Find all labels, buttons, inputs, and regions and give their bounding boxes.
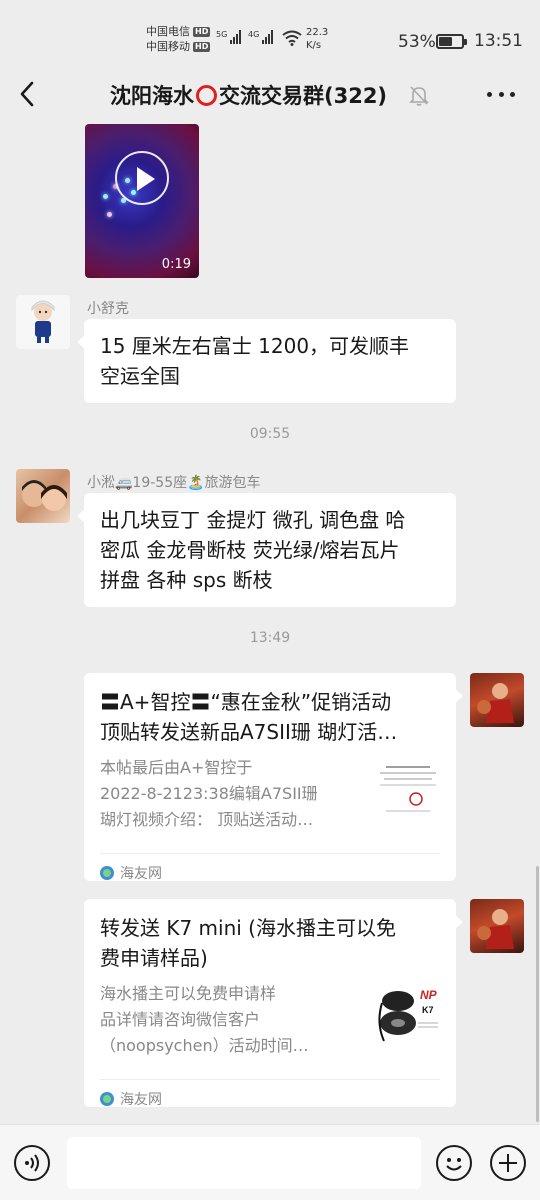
signal-icon: 4G bbox=[248, 30, 274, 44]
avatar[interactable] bbox=[16, 469, 70, 523]
card-description: 本帖最后由A+智控于 2022-8-2123:38编辑A7SII珊 瑚灯视频介绍… bbox=[100, 758, 318, 829]
voice-button[interactable] bbox=[14, 1145, 50, 1181]
timestamp: 13:49 bbox=[249, 630, 291, 646]
card-source: 海友网 bbox=[100, 1079, 440, 1117]
chat-header: 沈阳海水 交流交易群(322) bbox=[0, 66, 540, 124]
emoji-button[interactable] bbox=[436, 1145, 472, 1181]
carrier-2: 中国移动 bbox=[146, 40, 190, 53]
title-prefix: 沈阳海水 bbox=[110, 84, 194, 108]
plus-button[interactable] bbox=[490, 1145, 526, 1181]
scrollbar[interactable] bbox=[536, 866, 539, 1122]
card-source: 海友网 bbox=[100, 853, 440, 891]
card-thumbnail: NP K7 bbox=[376, 983, 440, 1047]
more-dots-icon bbox=[487, 91, 492, 97]
signal-icon: 5G bbox=[216, 30, 242, 44]
source-logo-icon bbox=[100, 1091, 114, 1106]
network-speed: 22.3 K/s bbox=[306, 27, 329, 51]
back-button[interactable] bbox=[12, 78, 44, 110]
red-circle-emoji bbox=[196, 84, 217, 106]
carrier-1: 中国电信 bbox=[146, 25, 190, 38]
title-suffix: 交流交易群(322) bbox=[219, 84, 388, 108]
play-icon[interactable] bbox=[115, 151, 169, 205]
avatar[interactable] bbox=[470, 673, 524, 727]
message-list[interactable]: 0:19 小舒克 15 厘米左右富士 1200，可发顺丰 空运全国 09:55 … bbox=[0, 124, 540, 1122]
more-button[interactable] bbox=[484, 82, 518, 106]
hd-badge: HD bbox=[193, 26, 211, 37]
link-card[interactable]: 〓A+智控〓“惠在金秋”促销活动 顶贴转发送新品A7SII珊 瑚灯活… 本帖最后… bbox=[84, 673, 463, 882]
message-input[interactable] bbox=[67, 1137, 421, 1189]
plus-icon bbox=[499, 1154, 517, 1172]
chat-title: 沈阳海水 交流交易群(322) bbox=[110, 80, 387, 110]
text-message[interactable]: 出几块豆丁 金提灯 微孔 调色盘 哈 密瓜 金龙骨断枝 荧光绿/熔岩瓦片 拼盘 … bbox=[77, 493, 456, 607]
emoji-icon bbox=[446, 1158, 462, 1171]
svg-text:K7: K7 bbox=[422, 1005, 434, 1015]
chevron-left-icon bbox=[20, 81, 34, 107]
avatar[interactable] bbox=[470, 899, 524, 953]
battery-percent: 53% bbox=[398, 32, 436, 52]
card-title: 转发送 K7 mini (海水播主可以免 费申请样品) bbox=[100, 916, 396, 970]
source-logo-icon bbox=[100, 865, 114, 880]
voice-icon bbox=[25, 1154, 39, 1172]
video-message[interactable]: 0:19 bbox=[85, 124, 199, 278]
avatar[interactable] bbox=[16, 295, 70, 349]
text-message[interactable]: 15 厘米左右富士 1200，可发顺丰 空运全国 bbox=[77, 319, 456, 403]
timestamp: 09:55 bbox=[249, 426, 291, 442]
sender-name: 小舒克 bbox=[87, 301, 129, 317]
card-title: 〓A+智控〓“惠在金秋”促销活动 顶贴转发送新品A7SII珊 瑚灯活… bbox=[100, 690, 398, 744]
svg-text:NP: NP bbox=[420, 988, 438, 1002]
clock: 13:51 bbox=[474, 31, 523, 51]
card-description: 海水播主可以免费申请样 品详情请咨询微信客户 （noopsychen）活动时间… bbox=[100, 984, 309, 1055]
video-duration: 0:19 bbox=[161, 257, 191, 272]
input-bar bbox=[0, 1124, 540, 1200]
battery-icon bbox=[436, 34, 467, 49]
hd-badge: HD bbox=[193, 41, 211, 52]
carrier-info: 中国电信 HD 中国移动 HD bbox=[146, 24, 211, 54]
link-card[interactable]: 转发送 K7 mini (海水播主可以免 费申请样品) 海水播主可以免费申请样 … bbox=[84, 899, 463, 1108]
sender-name: 小淞🚐19-55座🏝️旅游包车 bbox=[87, 475, 261, 491]
card-thumbnail bbox=[376, 757, 440, 821]
bell-off-icon bbox=[409, 86, 429, 106]
wifi-icon bbox=[282, 30, 302, 46]
